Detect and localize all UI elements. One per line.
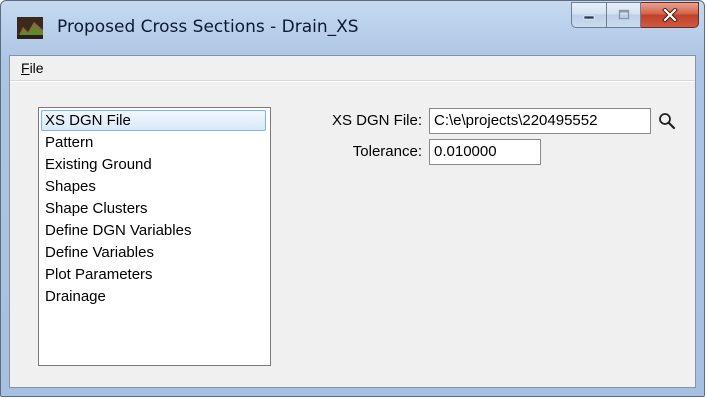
list-item-define-variables[interactable]: Define Variables — [41, 242, 266, 263]
caption-buttons — [571, 2, 699, 28]
list-item-pattern[interactable]: Pattern — [41, 132, 266, 153]
xs-dgn-file-label-wrap: XS DGN File: — [282, 112, 422, 132]
menu-bar: File — [10, 56, 695, 81]
xs-dgn-file-input[interactable]: C:\e\projects\220495552 — [429, 108, 651, 134]
proposed-cross-sections-window: Proposed Cross Sections - Drain_XS File … — [0, 0, 705, 397]
list-item-plot-parameters[interactable]: Plot Parameters — [41, 264, 266, 285]
proposed-cross-sections-app-icon — [17, 17, 43, 39]
category-list[interactable]: XS DGN File Pattern Existing Ground Shap… — [38, 107, 271, 366]
list-item-xs-dgn-file[interactable]: XS DGN File — [41, 110, 266, 131]
browse-button[interactable] — [656, 110, 678, 132]
list-item-shapes[interactable]: Shapes — [41, 176, 266, 197]
search-icon — [659, 113, 676, 130]
menu-file[interactable]: File — [17, 60, 48, 76]
xs-dgn-file-label: XS DGN File: — [331, 112, 422, 129]
tolerance-label-wrap: Tolerance: — [282, 143, 422, 163]
window-title: Proposed Cross Sections - Drain_XS — [57, 17, 359, 37]
client-area: File XS DGN File Pattern Existing Ground… — [9, 55, 696, 388]
close-button[interactable] — [641, 2, 699, 28]
title-bar[interactable]: Proposed Cross Sections - Drain_XS — [1, 1, 704, 55]
minimize-button[interactable] — [571, 2, 607, 28]
maximize-button[interactable] — [607, 2, 641, 28]
list-item-drainage[interactable]: Drainage — [41, 286, 266, 307]
list-item-existing-ground[interactable]: Existing Ground — [41, 154, 266, 175]
dialog-panel: XS DGN File Pattern Existing Ground Shap… — [10, 81, 695, 387]
menu-file-mnemonic: F — [21, 60, 30, 76]
menu-file-label: ile — [29, 60, 44, 76]
tolerance-input[interactable]: 0.010000 — [429, 139, 541, 165]
list-item-shape-clusters[interactable]: Shape Clusters — [41, 198, 266, 219]
list-item-define-dgn-variables[interactable]: Define DGN Variables — [41, 220, 266, 241]
maximize-icon — [618, 9, 629, 20]
tolerance-label: Tolerance: — [352, 143, 422, 160]
close-icon — [661, 8, 678, 22]
minimize-icon — [583, 15, 595, 20]
